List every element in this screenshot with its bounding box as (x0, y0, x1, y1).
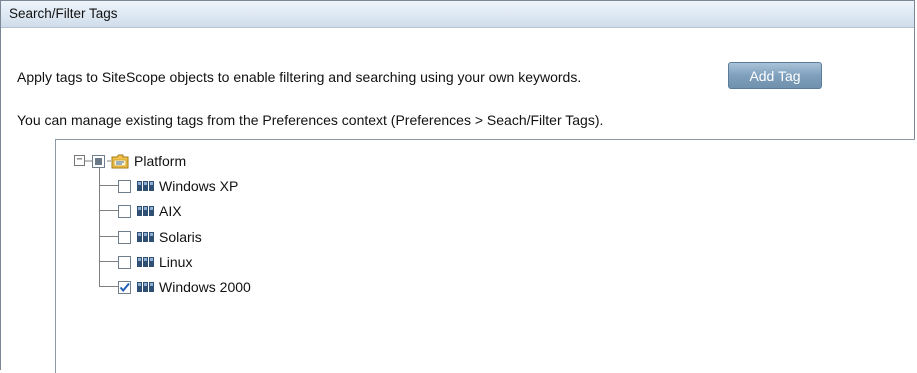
tree-node-windows-xp[interactable]: Windows XP (118, 176, 238, 196)
manage-tags-hint: You can manage existing tags from the Pr… (17, 112, 604, 128)
tree-node-label: AIX (159, 203, 182, 219)
panel-title: Search/Filter Tags (1, 1, 914, 28)
tag-checkbox[interactable] (118, 255, 131, 269)
check-mark-icon (119, 282, 130, 292)
tree-node-label: Windows XP (159, 178, 239, 194)
tag-icon (137, 206, 154, 216)
tag-icon (137, 282, 154, 292)
tag-checkbox[interactable] (118, 230, 131, 244)
tag-icon (137, 257, 154, 267)
tree-node-windows-2000[interactable]: Windows 2000 (118, 277, 251, 297)
tree-node-platform[interactable]: Platform (92, 151, 186, 171)
collapse-toggle-icon[interactable]: − (74, 155, 85, 166)
tree-node-solaris[interactable]: Solaris (118, 227, 202, 247)
tag-icon (137, 181, 154, 191)
tag-icon (137, 232, 154, 242)
tree-node-label: Windows 2000 (159, 279, 251, 295)
tag-checkbox[interactable] (118, 204, 131, 218)
folder-icon (111, 154, 129, 168)
tree-node-linux[interactable]: Linux (118, 252, 192, 272)
tag-checkbox-checked[interactable] (118, 280, 131, 294)
tag-tree[interactable]: − Platform Windows XP AIX Solaris Linux … (55, 139, 915, 373)
tree-node-label: Solaris (159, 229, 202, 245)
description-text: Apply tags to SiteScope objects to enabl… (17, 69, 582, 85)
search-filter-tags-panel: Search/Filter Tags Apply tags to SiteSco… (0, 0, 915, 373)
tree-node-label: Platform (134, 153, 187, 169)
tree-node-label: Linux (159, 254, 193, 270)
partial-checkbox[interactable] (92, 154, 105, 168)
tree-node-aix[interactable]: AIX (118, 201, 182, 221)
add-tag-button[interactable]: Add Tag (728, 62, 822, 89)
tag-checkbox[interactable] (118, 179, 131, 193)
